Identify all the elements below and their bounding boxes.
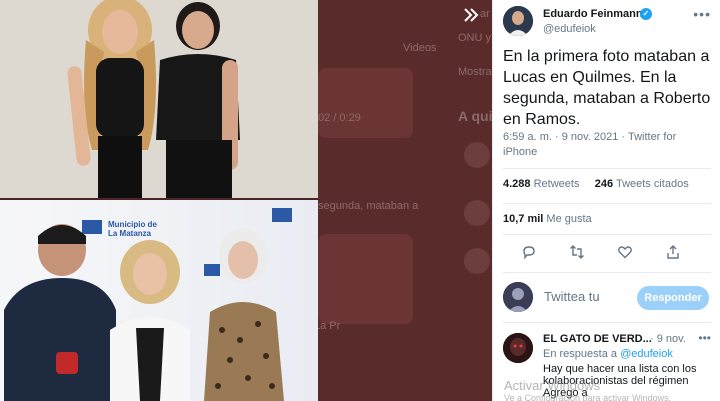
bg-text-onu: ONU y: [458, 32, 491, 44]
photo-illustration: [0, 200, 318, 401]
author-avatar[interactable]: [503, 6, 533, 36]
retweet-icon: [570, 245, 584, 259]
more-options-icon[interactable]: •••: [698, 331, 711, 345]
bg-label-videos: Videos: [403, 42, 437, 54]
bg-video-timer: 02 / 0:29: [318, 112, 361, 124]
tweet-actions: [503, 244, 711, 264]
reply-button[interactable]: [521, 244, 541, 264]
divider: [503, 168, 711, 169]
tweet-detail-sidebar: Eduardo Feinmann ✓ @edufeiok ••• En la p…: [492, 0, 720, 401]
tweet-photo-viewer: Videos ar ONU y Mostrar m 02 / 0:29 A qu…: [0, 0, 720, 401]
photo-illustration: [0, 0, 318, 198]
windows-activation-watermark: Activar Windows: [504, 378, 601, 393]
event-sign: Municipio de La Matanza: [108, 220, 157, 238]
tweet-text: En la primera foto mataban a Lucas en Qu…: [503, 48, 711, 128]
photo-two-women-posing[interactable]: [0, 0, 318, 198]
tweet-author: Eduardo Feinmann ✓ @edufeiok •••: [503, 6, 711, 40]
quotes-count[interactable]: 246: [595, 178, 613, 190]
divider: [503, 234, 711, 235]
bg-avatar: [464, 142, 490, 168]
photo-three-people-event[interactable]: Municipio de La Matanza: [0, 200, 318, 401]
in-reply-prefix: En respuesta a: [543, 348, 621, 360]
event-sign-line2: La Matanza: [108, 229, 152, 238]
retweet-stats: 4.288 Retweets 246 Tweets citados: [503, 178, 689, 190]
double-chevron-right-icon: [464, 8, 479, 22]
tweet-media[interactable]: Municipio de La Matanza: [0, 0, 318, 401]
bg-text-mostrar: Mostrar m: [458, 66, 492, 78]
share-icon: [667, 245, 679, 259]
heart-icon: [618, 246, 632, 259]
bg-avatar: [464, 248, 490, 274]
bg-image-panel: [318, 234, 413, 324]
dimmed-background: Videos ar ONU y Mostrar m 02 / 0:29 A qu…: [318, 0, 492, 401]
author-handle[interactable]: @edufeiok: [543, 23, 596, 35]
divider: [503, 272, 711, 273]
in-reply-handle[interactable]: @edufeiok: [620, 348, 673, 360]
current-user-avatar[interactable]: [503, 282, 533, 312]
quotes-label[interactable]: Tweets citados: [616, 178, 689, 190]
divider: [503, 322, 711, 323]
like-button[interactable]: [617, 244, 637, 264]
like-stats: 10,7 mil Me gusta: [503, 213, 592, 225]
reply-submit-button[interactable]: Responder: [637, 286, 709, 310]
reply-date[interactable]: · 9 nov.: [650, 333, 686, 345]
bg-heading-a-qui: A qui: [458, 108, 492, 124]
bg-text-la-pr: La Pr: [318, 320, 341, 332]
reply-icon: [523, 246, 535, 260]
reply-composer: Twittea tu Responder: [503, 282, 711, 314]
avatar-image: [503, 6, 533, 36]
share-button[interactable]: [665, 244, 685, 264]
in-reply-to: En respuesta a @edufeiok: [543, 348, 673, 360]
bg-video-panel: [318, 68, 413, 138]
avatar-image: [503, 333, 533, 363]
tweet-meta: 6:59 a. m. · 9 nov. 2021 · Twitter for i…: [503, 130, 713, 160]
reply-author-name[interactable]: EL GATO DE VERD...: [543, 333, 652, 345]
retweets-label[interactable]: Retweets: [534, 178, 580, 190]
divider: [503, 203, 711, 204]
retweet-button[interactable]: [569, 244, 589, 264]
avatar-image: [503, 282, 533, 312]
windows-activation-subtext: Ve a Configuración para activar Windows.: [504, 393, 672, 401]
retweets-count[interactable]: 4.288: [503, 178, 531, 190]
bg-snippet: segunda, mataban a: [318, 200, 419, 212]
reply-input[interactable]: Twittea tu: [544, 289, 624, 304]
event-sign-line1: Municipio de: [108, 220, 157, 229]
tweet-timestamp[interactable]: 6:59 a. m. · 9 nov. 2021 ·: [503, 131, 628, 143]
likes-count[interactable]: 10,7 mil: [503, 213, 543, 225]
author-name[interactable]: Eduardo Feinmann: [543, 8, 643, 20]
bg-avatar: [464, 200, 490, 226]
verified-badge-icon: ✓: [640, 8, 652, 20]
reply-author-avatar[interactable]: [503, 333, 533, 363]
collapse-sidebar-button[interactable]: [457, 6, 485, 30]
more-options-icon[interactable]: •••: [693, 6, 711, 22]
likes-label[interactable]: Me gusta: [546, 213, 591, 225]
